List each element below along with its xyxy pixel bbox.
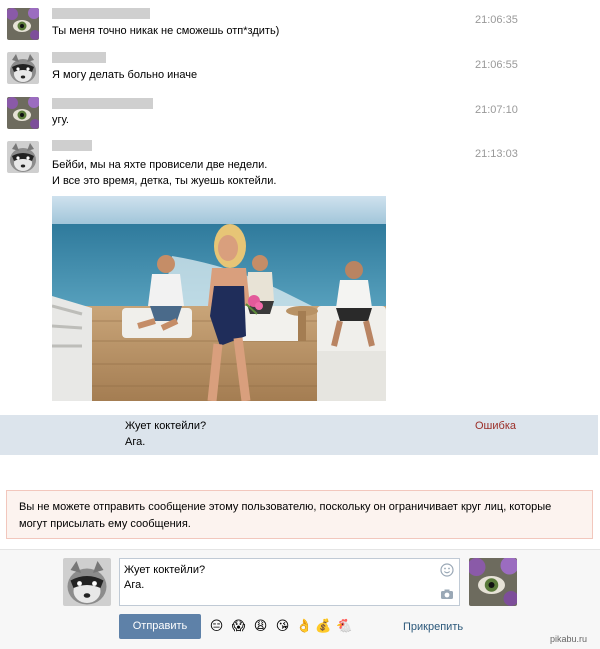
emoji-kiss[interactable]: 😘 <box>274 618 291 635</box>
photo-attachment-yacht[interactable] <box>52 196 386 401</box>
watermark: pikabu.ru <box>550 634 588 644</box>
message-input[interactable]: Жует коктейли? Ага. <box>119 558 460 606</box>
message-time: 21:13:03 <box>475 148 518 160</box>
sender-name-redacted <box>52 140 92 151</box>
avatar-eye-flowers[interactable] <box>7 8 39 40</box>
failed-message-text: Жует коктейли? <box>125 420 207 432</box>
emoji-ok-hand[interactable]: 👌 <box>296 618 313 635</box>
message-row: 21:06:35 Ты меня точно никак не сможешь … <box>0 0 600 45</box>
send-button[interactable]: Отправить <box>119 614 201 639</box>
emoji-weary[interactable]: 😩 <box>252 618 269 635</box>
message-text: Бейби, мы на яхте провисели две недели. <box>52 159 268 171</box>
emoji-expressionless[interactable]: 😑 <box>208 618 225 635</box>
message-time: 21:06:35 <box>475 14 518 26</box>
recipient-avatar-eye-flowers[interactable] <box>469 558 517 606</box>
failed-message-row: Жует коктейли? Ага. Ошибка <box>0 415 598 455</box>
my-avatar-raccoon[interactable] <box>63 558 111 606</box>
message-composer: Жует коктейли? Ага. Отправить 😑 😱 😩 😘 👌 … <box>0 549 600 649</box>
emoji-scream[interactable]: 😱 <box>230 618 247 635</box>
camera-icon[interactable] <box>440 587 454 601</box>
sender-name-redacted <box>52 8 150 19</box>
message-input-line: Жует коктейли? <box>124 564 206 576</box>
message-text: Ты меня точно никак не сможешь отп*здить… <box>52 25 280 37</box>
smiley-icon[interactable] <box>440 563 454 577</box>
avatar-raccoon[interactable] <box>7 52 39 84</box>
privacy-alert: Вы не можете отправить сообщение этому п… <box>6 490 593 539</box>
failed-message-text: Ага. <box>125 436 146 448</box>
avatar-raccoon[interactable] <box>7 141 39 173</box>
sender-name-redacted <box>52 98 153 109</box>
message-text: И все это время, детка, ты жуешь коктейл… <box>52 175 277 187</box>
message-time: 21:06:55 <box>475 59 518 71</box>
message-row: 21:07:10 угу. <box>0 90 600 140</box>
sender-name-redacted <box>52 52 106 63</box>
message-input-line: Ага. <box>124 579 145 591</box>
message-row: 21:06:55 Я могу делать больно иначе <box>0 45 600 90</box>
alert-text: Вы не можете отправить сообщение этому п… <box>19 501 552 530</box>
message-text: угу. <box>52 114 69 126</box>
message-text: Я могу делать больно иначе <box>52 69 198 81</box>
emoji-money-bag[interactable]: 💰 <box>315 618 332 635</box>
attach-link[interactable]: Прикрепить <box>403 621 463 633</box>
error-status-label: Ошибка <box>475 420 516 432</box>
message-time: 21:07:10 <box>475 104 518 116</box>
emoji-chicken[interactable]: 🐔 <box>336 618 353 635</box>
avatar-eye-flowers[interactable] <box>7 97 39 129</box>
